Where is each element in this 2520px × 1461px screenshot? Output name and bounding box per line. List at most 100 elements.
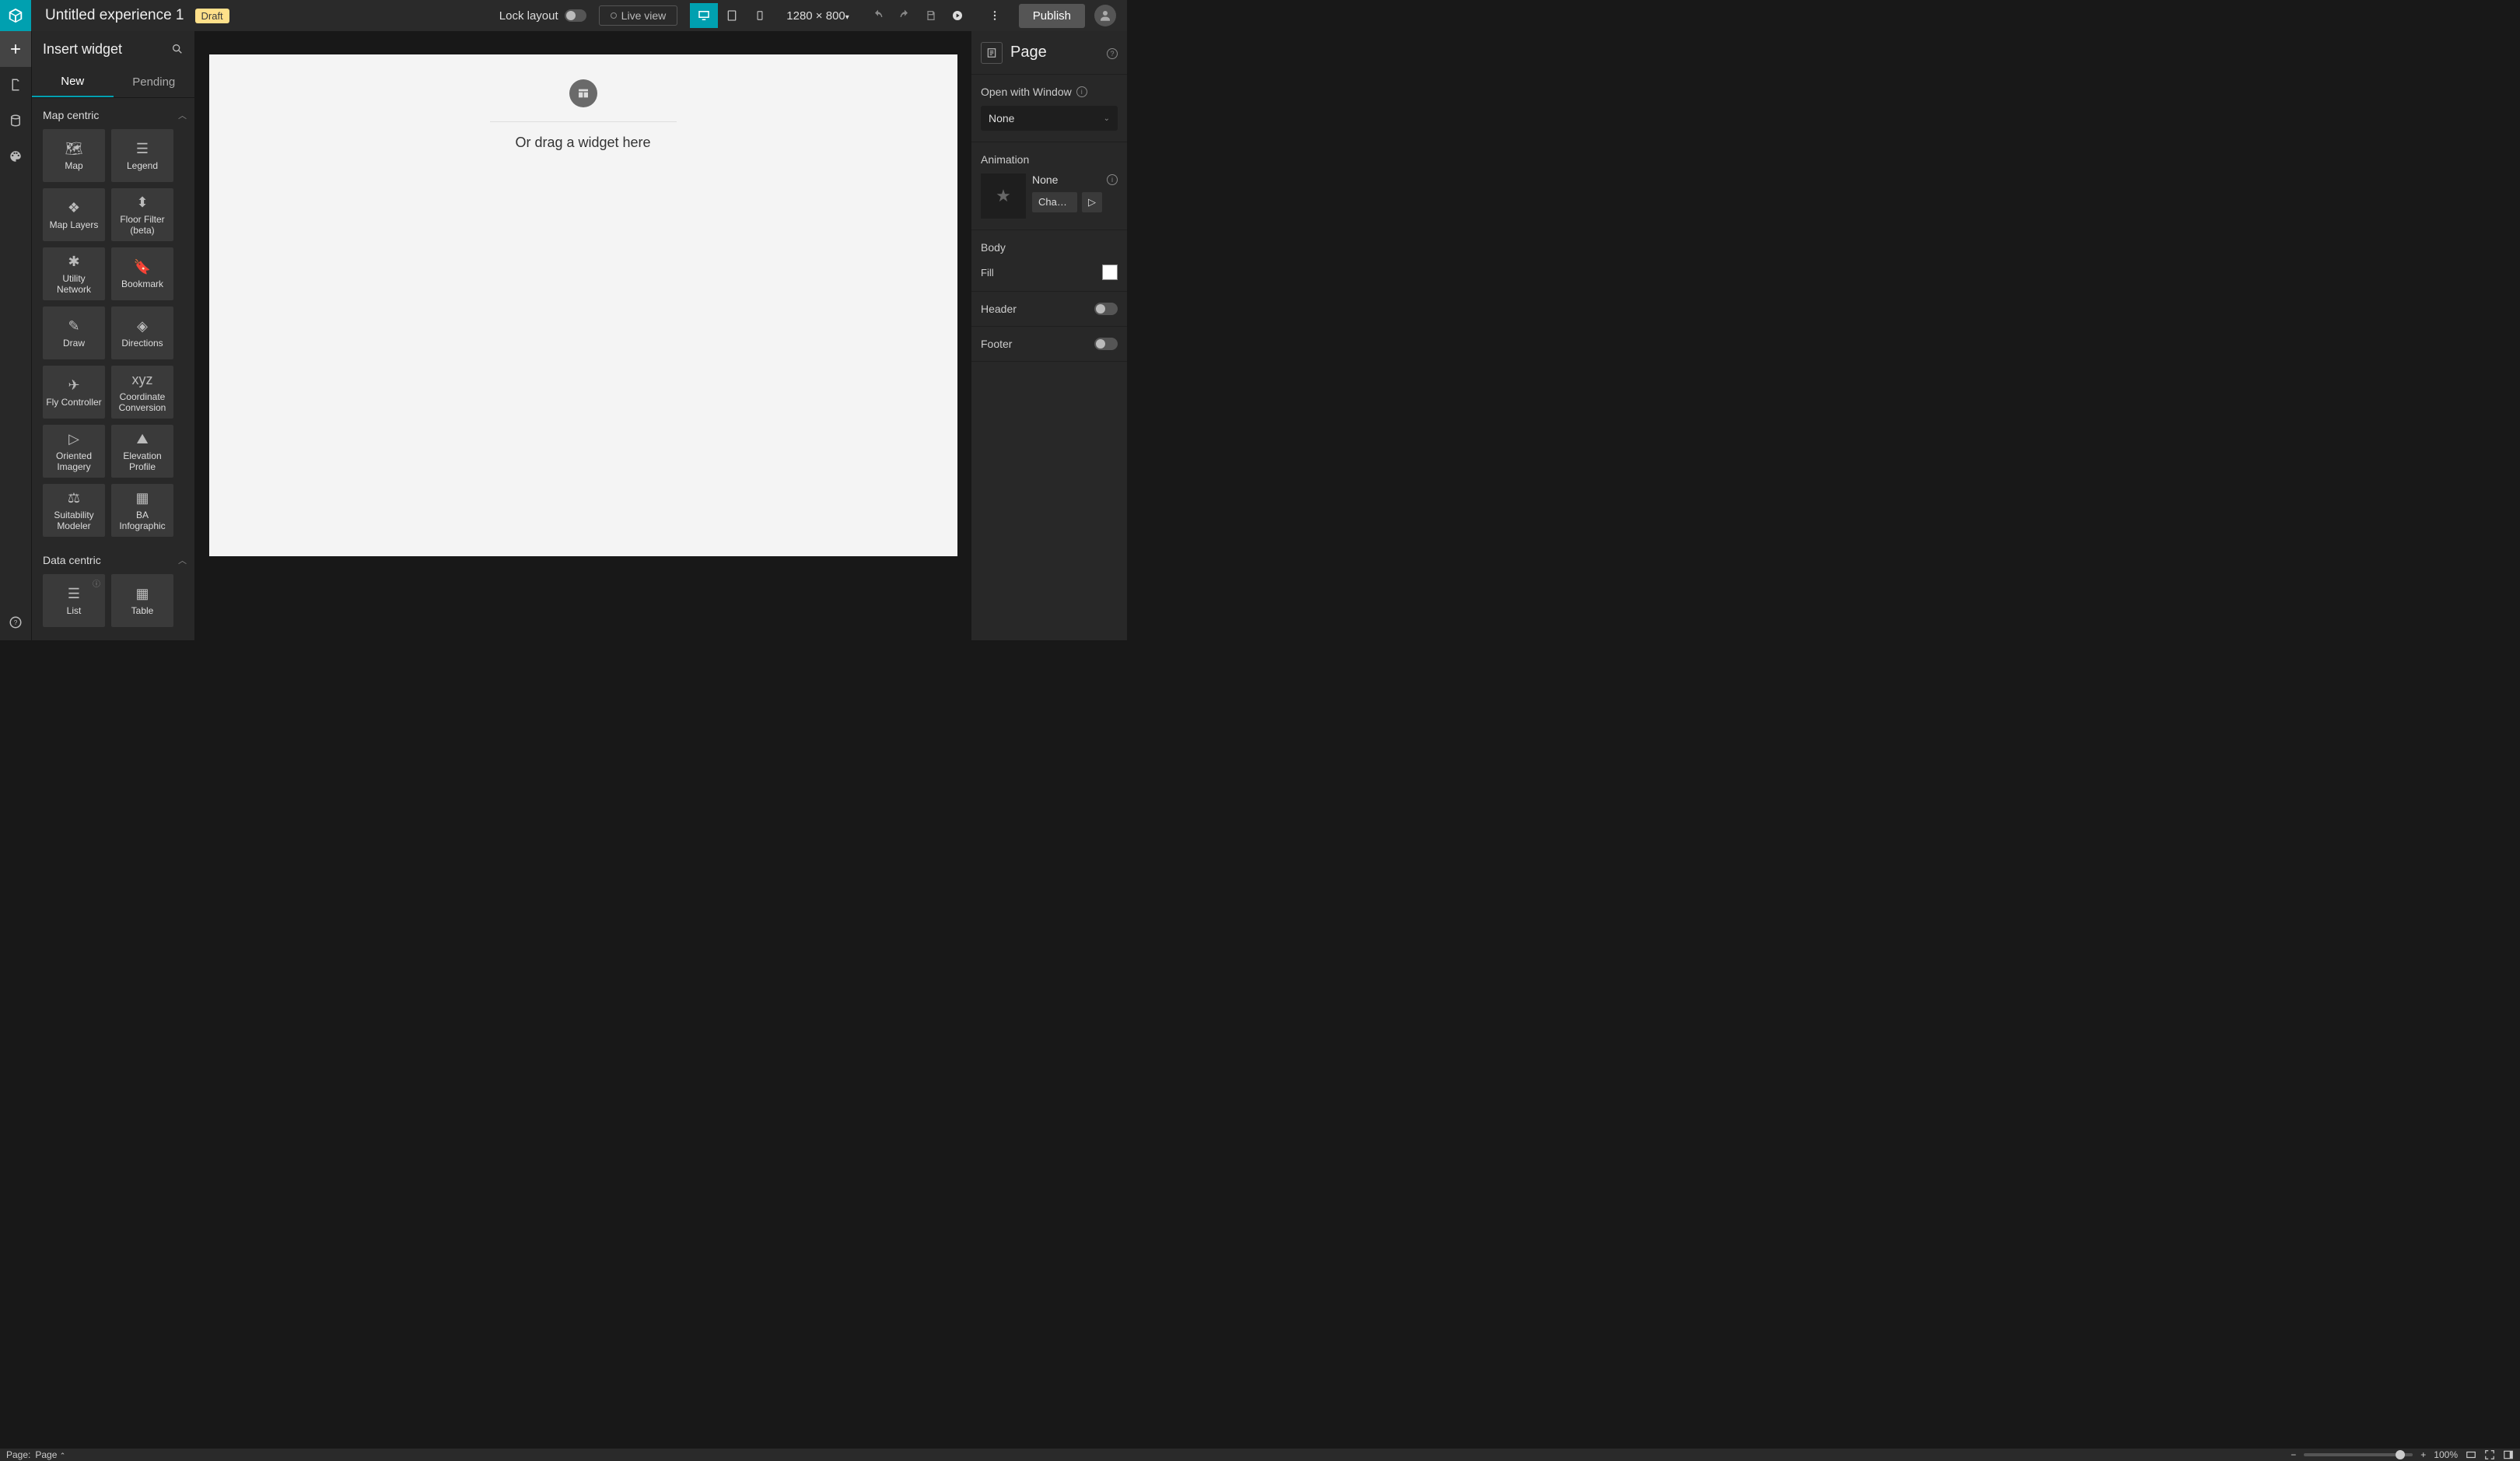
widget-drop-icon <box>577 87 590 100</box>
palette-icon <box>9 149 23 163</box>
lock-layout-toggle[interactable] <box>565 9 586 22</box>
fill-label: Fill <box>981 267 994 279</box>
section-data-centric[interactable]: Data centric ︿ <box>43 543 191 574</box>
fly-icon: ✈ <box>68 377 79 394</box>
fit-screen-button[interactable] <box>2484 1449 2495 1460</box>
rail-insert[interactable] <box>0 31 31 67</box>
tab-new[interactable]: New <box>32 67 114 97</box>
widget-directions[interactable]: ◈Directions <box>111 307 173 359</box>
rail-help[interactable]: ? <box>0 604 31 640</box>
help-button[interactable]: ? <box>1107 46 1118 60</box>
header-toggle[interactable] <box>1094 303 1118 315</box>
widget-floor-filter[interactable]: ⬍Floor Filter (beta) <box>111 188 173 241</box>
tablet-device-button[interactable] <box>718 3 746 28</box>
legend-icon: ☰ <box>136 141 149 157</box>
star-icon: ★ <box>996 186 1011 206</box>
infographic-icon: ▦ <box>135 490 149 506</box>
suitability-icon: ⚖ <box>68 490 80 506</box>
live-view-label: Live view <box>621 9 667 22</box>
footer-toggle-label: Footer <box>981 338 1012 350</box>
insert-tabs: New Pending <box>32 67 194 98</box>
widget-fly-controller[interactable]: ✈ Fly Controller <box>43 366 105 419</box>
widget-list[interactable]: ⓘ☰List <box>43 574 105 627</box>
save-button[interactable] <box>918 2 944 29</box>
widget-legend[interactable]: ☰Legend <box>111 129 173 182</box>
animation-label: Animation <box>981 153 1118 166</box>
header-toggle-label: Header <box>981 303 1017 315</box>
network-icon: ✱ <box>68 254 79 270</box>
user-icon <box>1098 9 1112 23</box>
widget-draw[interactable]: ✎Draw <box>43 307 105 359</box>
widget-suitability-modeler[interactable]: ⚖Suitability Modeler <box>43 484 105 537</box>
toggle-right-panel-button[interactable] <box>2503 1449 2514 1460</box>
page-selector[interactable]: Page ⌃ <box>35 1449 65 1460</box>
fill-color-swatch[interactable] <box>1102 265 1118 280</box>
table-icon: ▦ <box>135 586 149 602</box>
label-text: Open with Window <box>981 86 1072 98</box>
canvas-area[interactable]: Or drag a widget here <box>194 31 971 640</box>
preview-button[interactable] <box>944 2 971 29</box>
zoom-out-button[interactable]: − <box>2291 1449 2296 1460</box>
more-options-button[interactable] <box>982 2 1008 29</box>
widget-oriented-imagery[interactable]: ▷Oriented Imagery <box>43 425 105 478</box>
help-icon: ? <box>9 615 23 629</box>
info-icon[interactable]: i <box>1076 86 1087 97</box>
search-button[interactable] <box>171 43 184 55</box>
imagery-icon: ▷ <box>68 431 79 447</box>
info-icon[interactable]: i <box>1107 174 1118 185</box>
widget-utility-network[interactable]: ✱Utility Network <box>43 247 105 300</box>
chevron-down-icon: ▾ <box>845 13 849 22</box>
dots-vertical-icon <box>989 9 1001 22</box>
publish-button[interactable]: Publish <box>1019 4 1085 28</box>
undo-button[interactable] <box>865 2 891 29</box>
rail-pages[interactable] <box>0 67 31 103</box>
change-animation-button[interactable]: Cha… <box>1032 192 1077 212</box>
widget-list[interactable]: Map centric ︿ 🗺Map ☰Legend ❖Map Layers ⬍… <box>32 98 194 640</box>
desktop-device-button[interactable] <box>690 3 718 28</box>
widget-label: Directions <box>121 338 163 349</box>
user-avatar[interactable] <box>1094 5 1116 26</box>
right-panel-title: Page <box>1010 44 1099 61</box>
live-view-button[interactable]: Live view <box>599 5 678 26</box>
canvas-size-selector[interactable]: 1280 × 800▾ <box>786 9 849 23</box>
animation-name: None <box>1032 173 1058 186</box>
widget-elevation-profile[interactable]: ⛰Elevation Profile <box>111 425 173 478</box>
mobile-device-button[interactable] <box>746 3 774 28</box>
widget-label: Fly Controller <box>46 397 101 408</box>
play-animation-button[interactable]: ▷ <box>1082 192 1102 212</box>
widget-ba-infographic[interactable]: ▦BA Infographic <box>111 484 173 537</box>
app-logo[interactable] <box>0 0 31 31</box>
footer-section: Footer <box>971 327 1127 362</box>
canvas-page[interactable]: Or drag a widget here <box>209 54 957 556</box>
section-map-centric[interactable]: Map centric ︿ <box>43 98 191 129</box>
open-window-select[interactable]: None ⌄ <box>981 106 1118 131</box>
widget-bookmark[interactable]: 🔖Bookmark <box>111 247 173 300</box>
zoom-in-button[interactable]: + <box>2420 1449 2426 1460</box>
fit-width-button[interactable] <box>2466 1449 2476 1460</box>
body-label: Body <box>981 241 1118 254</box>
draft-badge: Draft <box>195 9 229 23</box>
chevron-up-icon: ︿ <box>178 109 187 121</box>
header-section: Header <box>971 292 1127 327</box>
drop-divider <box>490 121 677 122</box>
info-icon: ⓘ <box>93 577 100 589</box>
layers-icon: ❖ <box>68 200 80 216</box>
widget-coordinate-conversion[interactable]: xyzCoordinate Conversion <box>111 366 173 419</box>
zoom-slider[interactable] <box>2304 1453 2413 1456</box>
drop-target-button[interactable] <box>569 79 597 107</box>
redo-button[interactable] <box>891 2 918 29</box>
tab-pending[interactable]: Pending <box>114 67 195 97</box>
list-icon: ☰ <box>68 586 80 602</box>
rail-theme[interactable] <box>0 138 31 174</box>
widget-map-layers[interactable]: ❖Map Layers <box>43 188 105 241</box>
desktop-icon <box>697 9 711 23</box>
widget-table[interactable]: ▦Table <box>111 574 173 627</box>
save-icon <box>925 9 937 22</box>
open-window-label: Open with Window i <box>981 86 1118 98</box>
widget-map[interactable]: 🗺Map <box>43 129 105 182</box>
experience-title[interactable]: Untitled experience 1 <box>45 7 184 24</box>
animation-section: Animation ★ None i Cha… ▷ <box>971 142 1127 230</box>
rail-data[interactable] <box>0 103 31 138</box>
footer-toggle[interactable] <box>1094 338 1118 350</box>
animation-thumbnail[interactable]: ★ <box>981 173 1026 219</box>
